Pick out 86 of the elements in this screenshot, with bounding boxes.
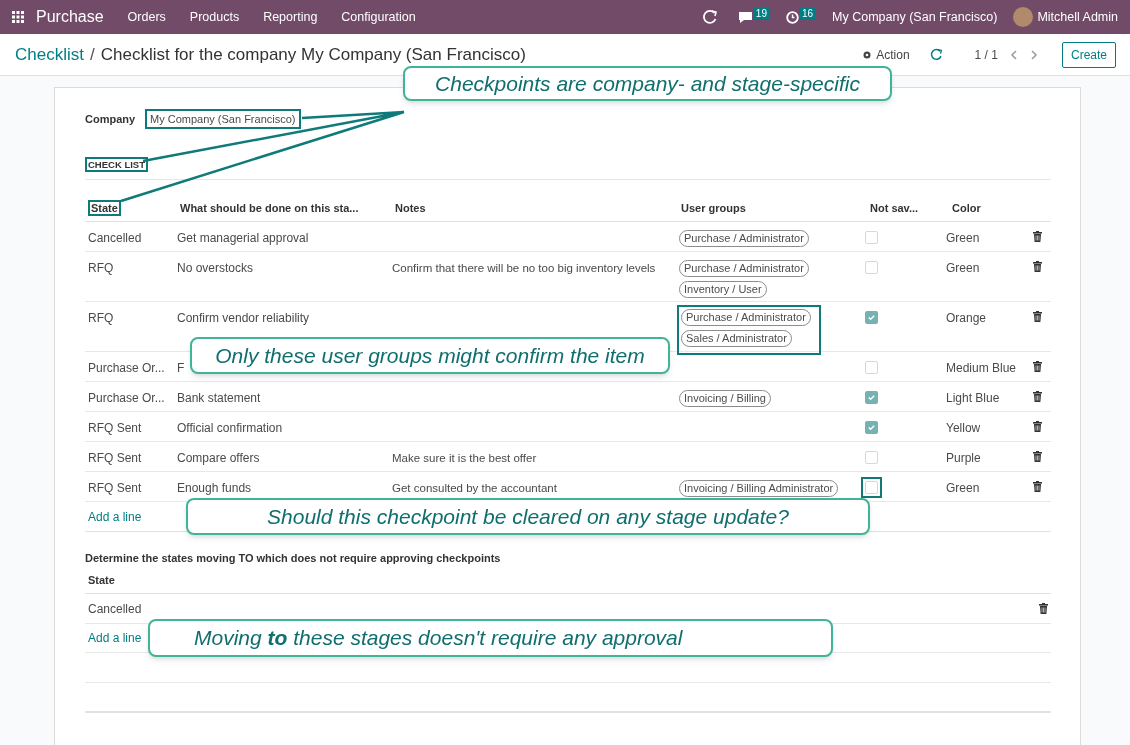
breadcrumb-title: Checklist for the company My Company (San Francisco) (100, 43, 526, 66)
previous-icon[interactable] (1009, 49, 1018, 60)
checkbox[interactable] (865, 231, 878, 244)
callout-text: Moving to these stages doesn't require any approval (194, 625, 683, 652)
table-cell: RFQ Sent (88, 421, 142, 435)
trash-icon[interactable] (1033, 481, 1042, 492)
checkbox[interactable] (865, 311, 878, 324)
table-cell: RFQ Sent (88, 481, 142, 495)
apps-menu-icon[interactable] (12, 11, 24, 23)
table-cell: Make sure it is the best offer (392, 452, 537, 464)
table-cell: Get consulted by the accountant (392, 482, 557, 494)
refresh-icon[interactable] (929, 48, 943, 61)
table-cell: Green (946, 481, 980, 495)
callout-text: Should this checkpoint be cleared on any stage update? (267, 503, 789, 530)
trash-icon[interactable] (1033, 421, 1042, 432)
column-header[interactable]: State (88, 200, 121, 216)
table-cell: Bank statement (177, 391, 261, 405)
checkmark-icon (867, 393, 876, 402)
menu-item[interactable]: Reporting (263, 7, 318, 27)
trash-icon[interactable] (1033, 261, 1042, 272)
table-cell: Confirm vendor reliability (177, 311, 310, 325)
company-field[interactable]: My Company (San Francisco) (145, 108, 301, 130)
table-cell: RFQ Sent (88, 451, 142, 465)
app-name[interactable]: Purchase (36, 5, 104, 29)
table-cell: No overstocks (177, 261, 254, 275)
table-cell: Green (946, 231, 980, 245)
activity-count-badge: 16 (798, 6, 817, 20)
column-header[interactable]: User groups (678, 200, 749, 216)
section-label: CHECK LIST (85, 157, 148, 172)
table-cell: Official confirmation (177, 421, 283, 435)
next-icon[interactable] (1029, 49, 1038, 60)
table-cell: Green (946, 261, 980, 275)
trash-icon[interactable] (1039, 603, 1048, 614)
trash-icon[interactable] (1033, 451, 1042, 462)
table-cell: Orange (946, 311, 987, 325)
checkbox[interactable] (865, 421, 878, 434)
trash-icon[interactable] (1033, 231, 1042, 242)
table-cell: RFQ (88, 261, 114, 275)
column-header[interactable]: What should be done on this sta... (177, 200, 362, 216)
menu-item[interactable]: Orders (127, 7, 166, 27)
table-cell: Purchase Or... (88, 391, 165, 405)
table-cell: Light Blue (946, 391, 1000, 405)
table-cell: Confirm that there will be no too big inventory levels (392, 262, 656, 274)
table-cell: Get managerial approval (177, 231, 309, 245)
callout-text: Only these user groups might confirm the item (215, 342, 645, 369)
breadcrumb-separator: / (89, 43, 95, 66)
breadcrumb-link[interactable]: Checklist (15, 41, 84, 68)
field-label: Company (85, 111, 137, 127)
table-cell: Cancelled (88, 231, 142, 245)
table-cell: Enough funds (177, 481, 252, 495)
pager: 1 / 1 (974, 46, 998, 64)
table-cell: Medium Blue (946, 361, 1017, 375)
add-line-link[interactable]: Add a line (88, 629, 142, 647)
action-menu[interactable]: Action (862, 45, 910, 64)
table-cell: Yellow (946, 421, 981, 435)
callout-text: Checkpoints are company- and stage-specific (435, 70, 860, 97)
create-button[interactable]: Create (1061, 41, 1116, 68)
checkbox[interactable] (865, 261, 878, 274)
trash-icon[interactable] (1033, 391, 1042, 402)
checkmark-icon (867, 423, 876, 432)
table-cell: Compare offers (177, 451, 260, 465)
message-count-badge: 19 (752, 6, 770, 20)
column-header[interactable]: State (88, 571, 115, 589)
table-cell-text: Cancelled (88, 600, 142, 618)
table-cell: Purchase Or... (88, 361, 165, 375)
checkmark-icon (867, 313, 876, 322)
menu-item[interactable]: Configuration (341, 7, 416, 27)
clock-icon[interactable] (785, 10, 799, 24)
chat-icon[interactable] (737, 10, 753, 24)
table-cell: F (177, 361, 185, 375)
checkbox[interactable] (865, 451, 878, 464)
column-header[interactable]: Notes (392, 200, 429, 216)
company-switcher[interactable]: My Company (San Francisco) (832, 7, 998, 27)
add-line-link[interactable]: Add a line (88, 507, 142, 526)
section-title: Determine the states moving TO which does not require approving checkpoints (85, 552, 501, 564)
table-cell: Purple (946, 451, 981, 465)
checkbox[interactable] (865, 361, 878, 374)
table-cell: RFQ (88, 311, 114, 325)
trash-icon[interactable] (1033, 311, 1042, 322)
column-header[interactable]: Color (949, 200, 984, 216)
checkbox[interactable] (865, 391, 878, 404)
trash-icon[interactable] (1033, 361, 1042, 372)
column-header[interactable]: Not sav... (867, 200, 922, 216)
menu-item[interactable]: Products (189, 7, 240, 27)
gear-icon (862, 49, 873, 60)
user-name[interactable]: Mitchell Admin (1037, 7, 1118, 27)
